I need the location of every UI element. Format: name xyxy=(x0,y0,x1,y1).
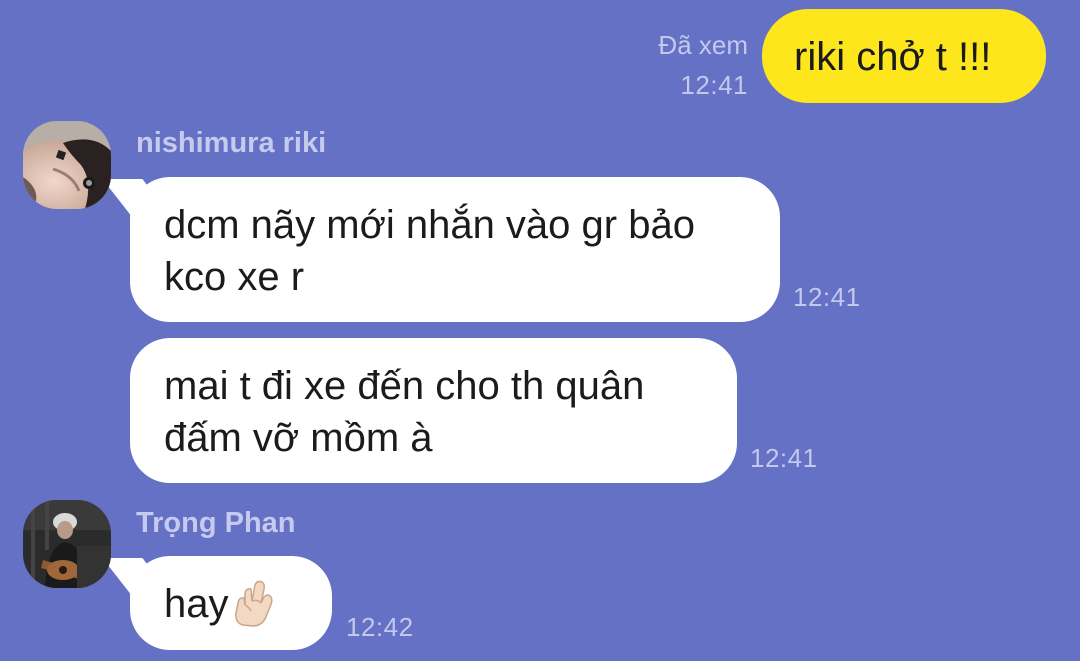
incoming-message-bubble[interactable]: hay xyxy=(130,556,332,650)
crossed-fingers-icon xyxy=(231,579,275,640)
sender-name: nishimura riki xyxy=(136,127,327,159)
message-timestamp: 12:41 xyxy=(680,70,748,100)
profile-photo-icon xyxy=(23,500,111,588)
incoming-message-bubble[interactable]: mai t đi xe đến cho th quân đấm vỡ mồm à xyxy=(130,338,737,483)
message-text: hay xyxy=(164,578,332,640)
message-timestamp: 12:41 xyxy=(793,282,861,312)
message-timestamp: 12:42 xyxy=(346,612,414,642)
avatar[interactable] xyxy=(23,121,111,209)
read-receipt: Đã xem xyxy=(658,30,748,60)
outgoing-message-bubble[interactable]: riki chở t !!! xyxy=(762,9,1046,103)
sender-name: Trọng Phan xyxy=(136,507,296,539)
message-text: mai t đi xe đến cho th quân đấm vỡ mồm à xyxy=(164,364,645,460)
message-text: dcm nãy mới nhắn vào gr bảo kco xe r xyxy=(164,203,695,299)
profile-photo-icon xyxy=(23,121,111,209)
incoming-message-bubble[interactable]: dcm nãy mới nhắn vào gr bảo kco xe r xyxy=(130,177,780,322)
chat-thread[interactable]: Đã xem 12:41 riki chở t !!! nishimura ri… xyxy=(0,0,1080,661)
message-timestamp: 12:41 xyxy=(750,443,818,473)
avatar[interactable] xyxy=(23,500,111,588)
message-text: riki chở t !!! xyxy=(794,35,992,79)
